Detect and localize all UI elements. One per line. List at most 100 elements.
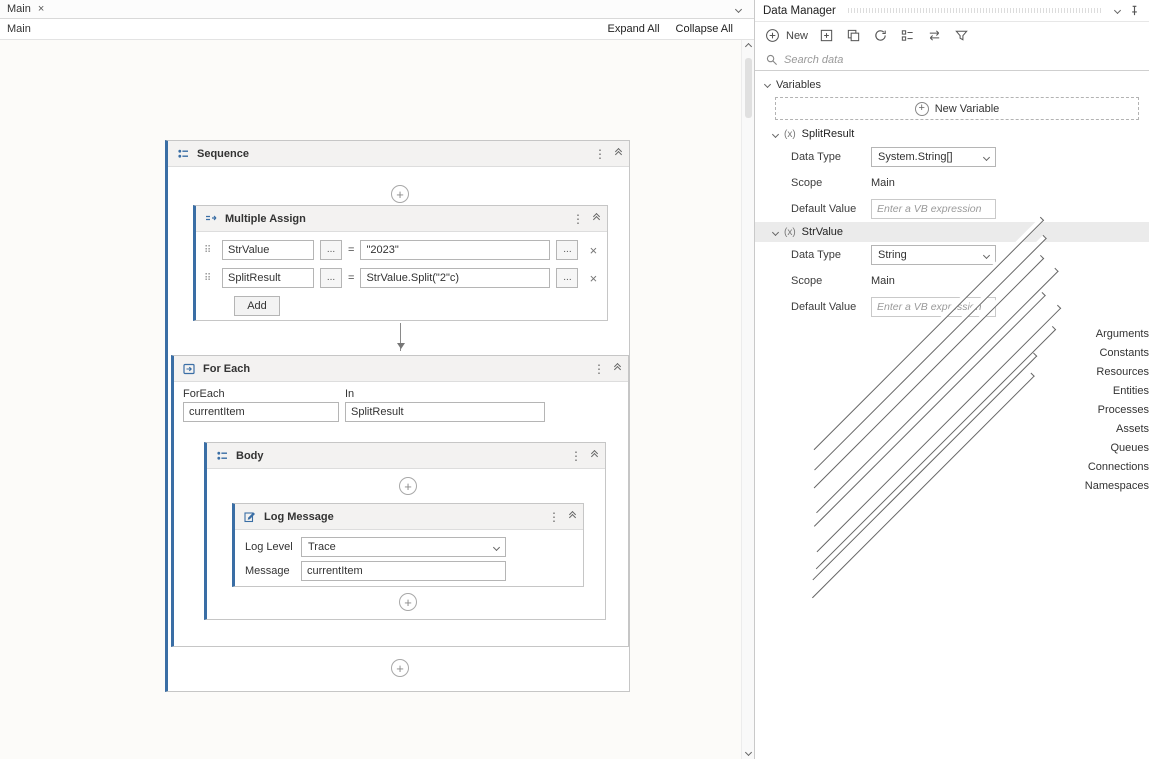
- body-sequence-activity[interactable]: Body ⋮ +: [204, 442, 606, 620]
- chevron-down-icon[interactable]: [772, 130, 779, 137]
- for-each-activity[interactable]: For Each ⋮ ForEach In: [171, 355, 629, 647]
- add-activity-button[interactable]: +: [399, 593, 417, 611]
- add-activity-button[interactable]: +: [391, 185, 409, 203]
- swap-icon[interactable]: [927, 28, 943, 44]
- tree-item-label: Processes: [1098, 404, 1149, 416]
- body-title: Body: [236, 450, 264, 462]
- drag-handle-icon[interactable]: ⠿: [204, 273, 216, 284]
- assign-to-input[interactable]: [222, 240, 314, 260]
- scroll-up-icon[interactable]: [744, 43, 751, 50]
- message-input[interactable]: [301, 561, 506, 581]
- collapse-all-button[interactable]: Collapse All: [676, 23, 733, 35]
- property-row-scope: Scope Main: [755, 170, 1149, 196]
- tab-close-icon[interactable]: ×: [38, 3, 44, 15]
- sequence-collapse-icon[interactable]: [616, 151, 621, 157]
- new-variable-button[interactable]: + New Variable: [775, 97, 1139, 120]
- refresh-icon[interactable]: [873, 28, 889, 44]
- message-label: Message: [245, 565, 290, 577]
- chevron-down-icon: [983, 153, 990, 160]
- log-message-menu-icon[interactable]: ⋮: [548, 511, 560, 523]
- pin-icon[interactable]: [1128, 4, 1141, 17]
- scope-value: Main: [871, 275, 895, 287]
- panel-drag-handle[interactable]: [848, 8, 1103, 13]
- sequence-header[interactable]: Sequence ⋮: [168, 141, 629, 167]
- for-each-header[interactable]: For Each ⋮: [174, 356, 628, 382]
- add-panel-icon[interactable]: [819, 28, 835, 44]
- chevron-down-icon: [983, 251, 990, 258]
- sequence-menu-icon[interactable]: ⋮: [594, 148, 606, 160]
- data-manager-title: Data Manager: [763, 5, 836, 17]
- tab-list-chevron-icon[interactable]: [736, 3, 747, 15]
- data-manager-header: Data Manager: [755, 0, 1149, 22]
- chevron-down-icon[interactable]: [764, 81, 771, 88]
- property-row-data-type: Data Type String: [755, 242, 1149, 268]
- search-bar: [755, 49, 1149, 71]
- drag-handle-icon[interactable]: ⠿: [204, 245, 216, 256]
- plus-circle-icon: [765, 28, 781, 44]
- sequence-icon: [176, 147, 190, 161]
- copy-icon[interactable]: [846, 28, 862, 44]
- for-each-collapse-icon[interactable]: [615, 366, 620, 372]
- assign-value-input[interactable]: [360, 268, 550, 288]
- body-menu-icon[interactable]: ⋮: [570, 450, 582, 462]
- data-type-dropdown[interactable]: String: [871, 245, 996, 265]
- tree-item-variables[interactable]: Variables: [755, 75, 1149, 94]
- data-manager-tree: Variables + New Variable (x) SplitResult…: [755, 71, 1149, 759]
- uipath-studio-window: Main × Main Expand All Collapse All Sequ…: [0, 0, 1149, 759]
- plus-icon: +: [396, 188, 404, 201]
- flow-connector-arrow: [400, 323, 401, 351]
- scroll-down-icon[interactable]: [744, 749, 751, 756]
- log-level-label: Log Level: [245, 541, 293, 553]
- scrollbar-thumb[interactable]: [745, 58, 752, 118]
- expression-editor-button[interactable]: ...: [556, 240, 578, 260]
- plus-icon: +: [404, 596, 412, 609]
- expand-all-button[interactable]: Expand All: [608, 23, 660, 35]
- remove-row-icon[interactable]: ×: [584, 268, 602, 288]
- add-assign-button[interactable]: Add: [234, 296, 280, 316]
- expression-editor-button[interactable]: ...: [320, 240, 342, 260]
- for-each-menu-icon[interactable]: ⋮: [593, 363, 605, 375]
- new-button[interactable]: New: [765, 28, 808, 44]
- assign-value-input[interactable]: [360, 240, 550, 260]
- foreach-in-input[interactable]: [345, 402, 545, 422]
- default-value-input[interactable]: [871, 199, 996, 219]
- body-header[interactable]: Body ⋮: [207, 443, 605, 469]
- expression-editor-button[interactable]: ...: [556, 268, 578, 288]
- expression-editor-button[interactable]: ...: [320, 268, 342, 288]
- in-field-label: In: [345, 388, 354, 400]
- multiple-assign-header[interactable]: Multiple Assign ⋮: [196, 206, 607, 232]
- sequence-activity[interactable]: Sequence ⋮ + Multiple Assign: [165, 140, 630, 692]
- data-type-dropdown[interactable]: System.String[]: [871, 147, 996, 167]
- multiple-assign-title: Multiple Assign: [225, 213, 306, 225]
- canvas-vertical-scrollbar[interactable]: [741, 40, 754, 759]
- multiple-assign-activity[interactable]: Multiple Assign ⋮ ⠿ ... = ... ×: [193, 205, 608, 321]
- log-message-header[interactable]: Log Message ⋮: [235, 504, 583, 530]
- tree-item-label: Resources: [1096, 366, 1149, 378]
- add-activity-button[interactable]: +: [391, 659, 409, 677]
- log-message-title: Log Message: [264, 511, 334, 523]
- filter-icon[interactable]: [954, 28, 970, 44]
- workflow-canvas[interactable]: Sequence ⋮ + Multiple Assign: [0, 40, 754, 759]
- plus-icon: +: [404, 480, 412, 493]
- multiple-assign-collapse-icon[interactable]: [594, 216, 599, 222]
- equals-sign: =: [348, 272, 354, 284]
- chevron-down-icon[interactable]: [772, 228, 779, 235]
- remove-row-icon[interactable]: ×: [584, 240, 602, 260]
- multiple-assign-menu-icon[interactable]: ⋮: [572, 213, 584, 225]
- panel-chevron-down-icon[interactable]: [1114, 7, 1121, 14]
- data-type-label: Data Type: [791, 249, 871, 261]
- assign-to-input[interactable]: [222, 268, 314, 288]
- foreach-item-input[interactable]: [183, 402, 339, 422]
- tab-main[interactable]: Main ×: [7, 3, 44, 15]
- tree-item-label: Variables: [776, 79, 821, 91]
- variable-row-strvalue[interactable]: (x) StrValue: [755, 222, 1149, 242]
- search-input[interactable]: [784, 54, 1139, 66]
- add-activity-button[interactable]: +: [399, 477, 417, 495]
- variable-row-splitresult[interactable]: (x) SplitResult: [755, 124, 1149, 144]
- log-message-activity[interactable]: Log Message ⋮ Log Level Trace: [232, 503, 584, 587]
- log-level-dropdown[interactable]: Trace: [301, 537, 506, 557]
- list-view-icon[interactable]: [900, 28, 916, 44]
- body-collapse-icon[interactable]: [592, 453, 597, 459]
- log-message-collapse-icon[interactable]: [570, 514, 575, 520]
- document-tab-bar: Main ×: [0, 0, 754, 19]
